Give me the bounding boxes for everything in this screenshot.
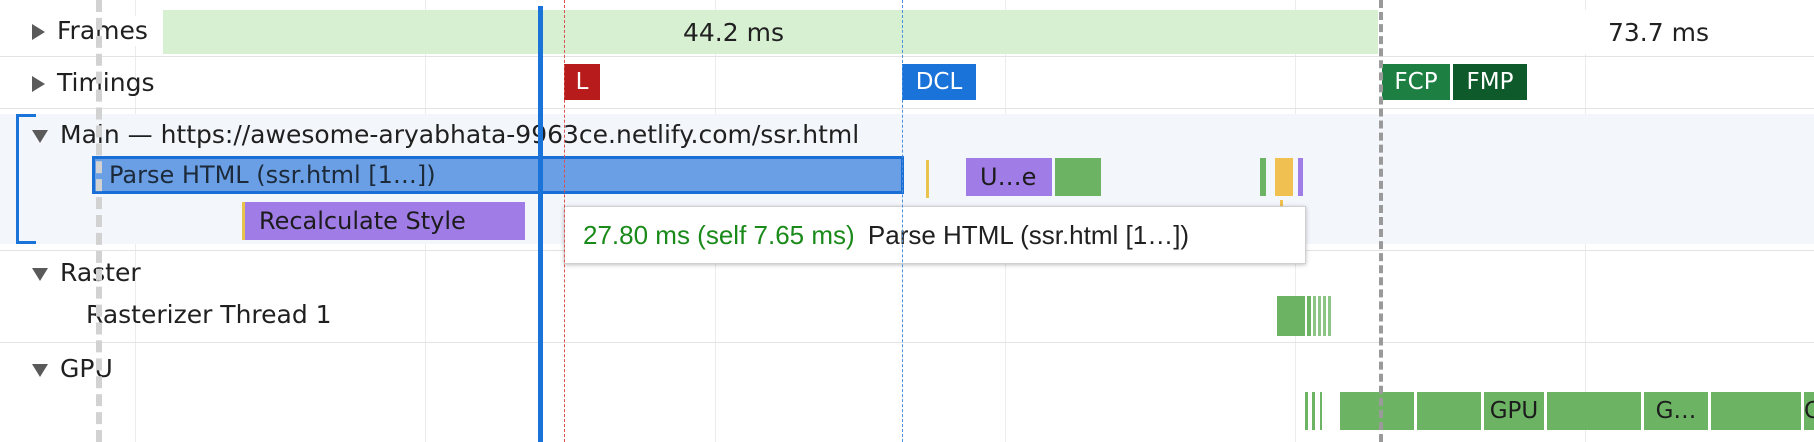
- raster-task[interactable]: [1323, 296, 1326, 336]
- fmp-marker[interactable]: FMP: [1453, 64, 1527, 100]
- dcl-marker-line: [902, 0, 903, 442]
- expand-arrow-icon[interactable]: [32, 24, 45, 40]
- gpu-task[interactable]: [1305, 392, 1308, 430]
- frame-duration: 73.7 ms: [1608, 18, 1709, 47]
- timings-track-header[interactable]: Timings: [32, 68, 155, 98]
- gpu-task[interactable]: [1312, 392, 1315, 430]
- timings-track-label: Timings: [57, 68, 155, 97]
- raster-task[interactable]: [1277, 296, 1305, 336]
- recalculate-style-event[interactable]: Recalculate Style: [242, 202, 525, 240]
- gpu-task[interactable]: [1340, 392, 1414, 430]
- frames-track-header[interactable]: Frames: [32, 16, 152, 46]
- paint-event[interactable]: [926, 160, 929, 198]
- gpu-task[interactable]: [1417, 392, 1481, 430]
- collapse-arrow-icon[interactable]: [32, 267, 48, 281]
- event-tooltip: 27.80 ms (self 7.65 ms) Parse HTML (ssr.…: [564, 206, 1306, 264]
- update-label: U…e: [980, 163, 1037, 191]
- frame-block[interactable]: 73.7 ms: [1380, 10, 1812, 54]
- time-cursor-line[interactable]: [538, 6, 543, 442]
- raster-task[interactable]: [1318, 296, 1321, 336]
- gpu-task-labeled[interactable]: GPU: [1484, 392, 1544, 430]
- load-marker[interactable]: L: [564, 64, 600, 100]
- frames-track-label: Frames: [57, 16, 148, 45]
- parse-html-event[interactable]: Parse HTML (ssr.html [1…]): [92, 156, 904, 194]
- main-track-header[interactable]: Main — https://awesome-aryabhata-9963ce.…: [32, 120, 859, 150]
- rasterizer-thread-header[interactable]: Rasterizer Thread 1: [86, 300, 332, 330]
- parse-html-label: Parse HTML (ssr.html [1…]): [109, 161, 436, 189]
- style-event[interactable]: [1298, 158, 1303, 196]
- gray-dashed-line: [96, 0, 102, 442]
- expand-arrow-icon[interactable]: [32, 76, 45, 92]
- raster-task[interactable]: [1328, 296, 1331, 336]
- script-event[interactable]: [1275, 158, 1293, 196]
- gpu-task[interactable]: [1711, 392, 1801, 430]
- recalculate-style-label: Recalculate Style: [259, 207, 466, 235]
- frames-row: 44.2 ms 73.7 ms: [18, 10, 1812, 54]
- gpu-task-labeled[interactable]: GPU: [1804, 392, 1814, 430]
- frame-duration: 44.2 ms: [683, 18, 784, 47]
- rasterizer-thread-label: Rasterizer Thread 1: [86, 300, 332, 329]
- main-track-label: Main — https://awesome-aryabhata-9963ce.…: [60, 120, 860, 149]
- raster-task[interactable]: [1313, 296, 1316, 336]
- frame-block[interactable]: 44.2 ms: [163, 10, 1378, 54]
- tooltip-time: 27.80 ms (self 7.65 ms): [583, 220, 855, 250]
- dcl-marker[interactable]: DCL: [902, 64, 976, 100]
- update-event[interactable]: U…e: [966, 158, 1052, 196]
- fcp-marker[interactable]: FCP: [1382, 64, 1450, 100]
- raster-track-header[interactable]: Raster: [32, 258, 141, 288]
- tooltip-title: Parse HTML (ssr.html [1…]): [867, 220, 1190, 250]
- collapse-arrow-icon[interactable]: [32, 363, 48, 377]
- gpu-track-label: GPU: [60, 354, 113, 383]
- raster-task[interactable]: [1307, 296, 1311, 336]
- frame-boundary-line: [1379, 0, 1383, 442]
- gpu-task[interactable]: [1547, 392, 1641, 430]
- composite-event[interactable]: [1260, 158, 1266, 196]
- layout-event[interactable]: [1055, 158, 1101, 196]
- gpu-task-labeled[interactable]: G…: [1644, 392, 1708, 430]
- gpu-task[interactable]: [1320, 392, 1322, 430]
- collapse-arrow-icon[interactable]: [32, 129, 48, 143]
- load-marker-line: [564, 0, 565, 442]
